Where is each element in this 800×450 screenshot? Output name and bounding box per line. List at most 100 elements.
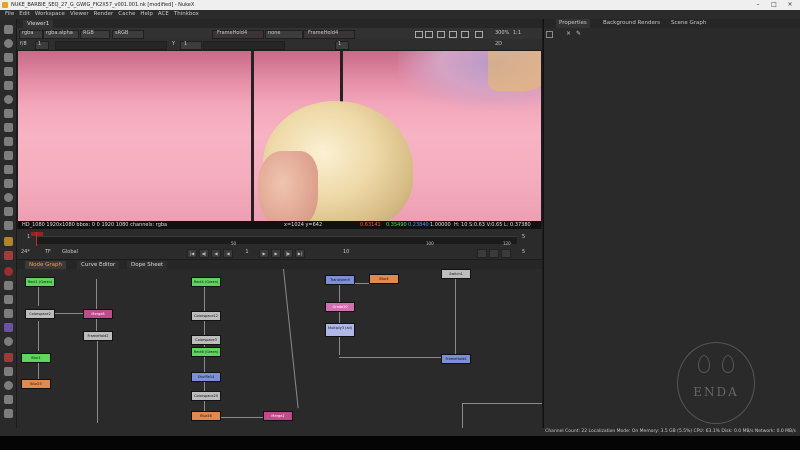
minimize-button[interactable]: – <box>752 0 764 10</box>
node-shuffle14[interactable]: Shuffle14 <box>191 372 221 382</box>
frischluft-tool-icon[interactable] <box>4 395 13 404</box>
tab-background-renders[interactable]: Background Renders <box>600 19 663 28</box>
gamma-value-field[interactable]: 1 <box>338 39 341 50</box>
node-grade20[interactable]: Grade20 <box>325 302 355 312</box>
node-rect4[interactable]: Rect4 (Green) <box>191 277 221 287</box>
menu-render[interactable]: Render <box>94 11 114 17</box>
viewer-image[interactable] <box>18 51 541 221</box>
zoom-select[interactable]: 300% <box>495 28 509 39</box>
step-field[interactable]: 10 <box>343 247 349 258</box>
node-transform9[interactable]: Transform9 <box>325 275 355 285</box>
keyer-tool-icon[interactable] <box>4 109 13 118</box>
menu-cache[interactable]: Cache <box>118 11 135 17</box>
overlay-icon[interactable] <box>461 31 469 38</box>
3d-tool-icon[interactable] <box>4 151 13 160</box>
increment-field[interactable]: 5 <box>522 247 525 258</box>
channel-tool-icon[interactable] <box>4 67 13 76</box>
tab-scene-graph[interactable]: Scene Graph <box>668 19 709 28</box>
menu-viewer[interactable]: Viewer <box>70 11 89 17</box>
other-tool-icon[interactable] <box>4 237 13 246</box>
boris-tool-icon[interactable] <box>4 323 13 332</box>
menu-thinkbox[interactable]: Thinkbox <box>174 11 199 17</box>
tab-properties[interactable]: Properties <box>556 19 590 28</box>
image-tool-icon[interactable] <box>4 25 13 34</box>
node-colorspace2[interactable]: Colorspace2 <box>25 309 55 319</box>
proxy-ratio-select[interactable]: 1:1 <box>513 28 521 39</box>
mocha-tool-icon[interactable] <box>4 367 13 376</box>
safe-area-icon[interactable] <box>425 31 433 38</box>
views-tool-icon[interactable] <box>4 193 13 202</box>
deep-tool-icon[interactable] <box>4 179 13 188</box>
last-frame-button[interactable]: ▶| <box>295 249 305 258</box>
play-backward-button[interactable]: ◀ <box>211 249 221 258</box>
edit-icon[interactable]: ✎ <box>576 30 581 37</box>
node-rect1[interactable]: Rect1 (Green) <box>25 277 55 287</box>
node-switch1[interactable]: Switch1 <box>441 269 471 279</box>
layer-select[interactable]: rgba.alpha <box>46 28 73 39</box>
colorspace-select[interactable]: sRGB <box>115 28 128 39</box>
timeline-end-field[interactable]: 5 <box>522 234 525 240</box>
mask-icon[interactable] <box>437 31 445 38</box>
cache-button[interactable] <box>501 249 511 258</box>
filter-tool-icon[interactable] <box>4 95 13 104</box>
tab-viewer1[interactable]: Viewer1 <box>23 20 54 28</box>
draw-tool-icon[interactable] <box>4 39 13 48</box>
next-frame-button[interactable]: ▶ <box>259 249 269 258</box>
node-blur26[interactable]: Blur26 <box>191 411 221 421</box>
furnace-tool-icon[interactable] <box>4 267 13 276</box>
compare-mode-select[interactable]: none <box>268 28 280 39</box>
input-b-select[interactable]: FrameHold4 <box>308 28 338 39</box>
node-blur4[interactable]: Blur4 <box>369 274 399 284</box>
node-merge2[interactable]: Merge2 <box>263 411 293 421</box>
first-frame-button[interactable]: |◀ <box>187 249 197 258</box>
merge-tool-icon[interactable] <box>4 123 13 132</box>
neat-tool-icon[interactable] <box>4 337 13 346</box>
loop-mode-button[interactable] <box>477 249 487 258</box>
node-rect6[interactable]: Rect6 (Green) <box>191 347 221 357</box>
node-graph[interactable]: Rect1 (Green) Colorspace2 Merge8 FrameHo… <box>17 268 542 428</box>
node-blur23[interactable]: Blur23 <box>21 379 51 389</box>
prev-key-button[interactable]: ◀| <box>199 249 209 258</box>
fps-select[interactable]: 24* <box>21 247 30 258</box>
timeline-playhead-marker[interactable] <box>31 232 43 236</box>
particles-tool-icon[interactable] <box>4 165 13 174</box>
node-framehold4[interactable]: FrameHold4 <box>441 354 471 364</box>
node-colorspace3[interactable]: Colorspace3 <box>191 335 221 345</box>
timeline-track[interactable] <box>37 236 517 244</box>
roi-icon[interactable] <box>415 31 423 38</box>
close-all-icon[interactable]: × <box>566 30 571 37</box>
view-mode-select[interactable]: 2D <box>495 39 502 50</box>
python-tool-icon[interactable] <box>4 409 13 418</box>
metadata-tool-icon[interactable] <box>4 207 13 216</box>
transform-tool-icon[interactable] <box>4 137 13 146</box>
time-tool-icon[interactable] <box>4 53 13 62</box>
next-key-button[interactable]: |▶ <box>283 249 293 258</box>
input-a-select[interactable]: FrameHold4 <box>217 28 247 39</box>
color-tool-icon[interactable] <box>4 81 13 90</box>
node-multiply3[interactable]: Multiply3 (all) <box>325 323 355 337</box>
tab-curve-editor[interactable]: Curve Editor <box>77 261 120 269</box>
ocio-tool-icon[interactable] <box>4 281 13 290</box>
maximize-button[interactable]: □ <box>768 0 780 10</box>
plugin-tool-icon[interactable] <box>4 251 13 260</box>
node-merge8[interactable]: Merge8 <box>83 309 113 319</box>
gain-field[interactable]: 1 <box>38 39 41 50</box>
timeline-playhead[interactable] <box>36 232 37 246</box>
prev-frame-button[interactable]: ◀ <box>223 249 233 258</box>
tab-node-graph[interactable]: Node Graph <box>25 261 66 269</box>
menu-help[interactable]: Help <box>140 11 153 17</box>
tab-dope-sheet[interactable]: Dope Sheet <box>127 261 168 269</box>
node-blur1[interactable]: Blur1 <box>21 353 51 363</box>
keentools-tool-icon[interactable] <box>4 309 13 318</box>
channel-select[interactable]: rgba <box>22 28 33 39</box>
toolsets-tool-icon[interactable] <box>4 221 13 230</box>
menu-ace[interactable]: ACE <box>158 11 169 17</box>
pin-icon[interactable] <box>546 31 553 38</box>
range-scope-select[interactable]: Global <box>62 247 78 258</box>
nuketools-tool-icon[interactable] <box>4 353 13 362</box>
node-colorspace12[interactable]: Colorspace12 <box>191 311 221 321</box>
flipbook-button[interactable] <box>489 249 499 258</box>
play-forward-button[interactable]: ▶ <box>271 249 281 258</box>
menu-file[interactable]: File <box>5 11 14 17</box>
clipping-icon[interactable] <box>449 31 457 38</box>
